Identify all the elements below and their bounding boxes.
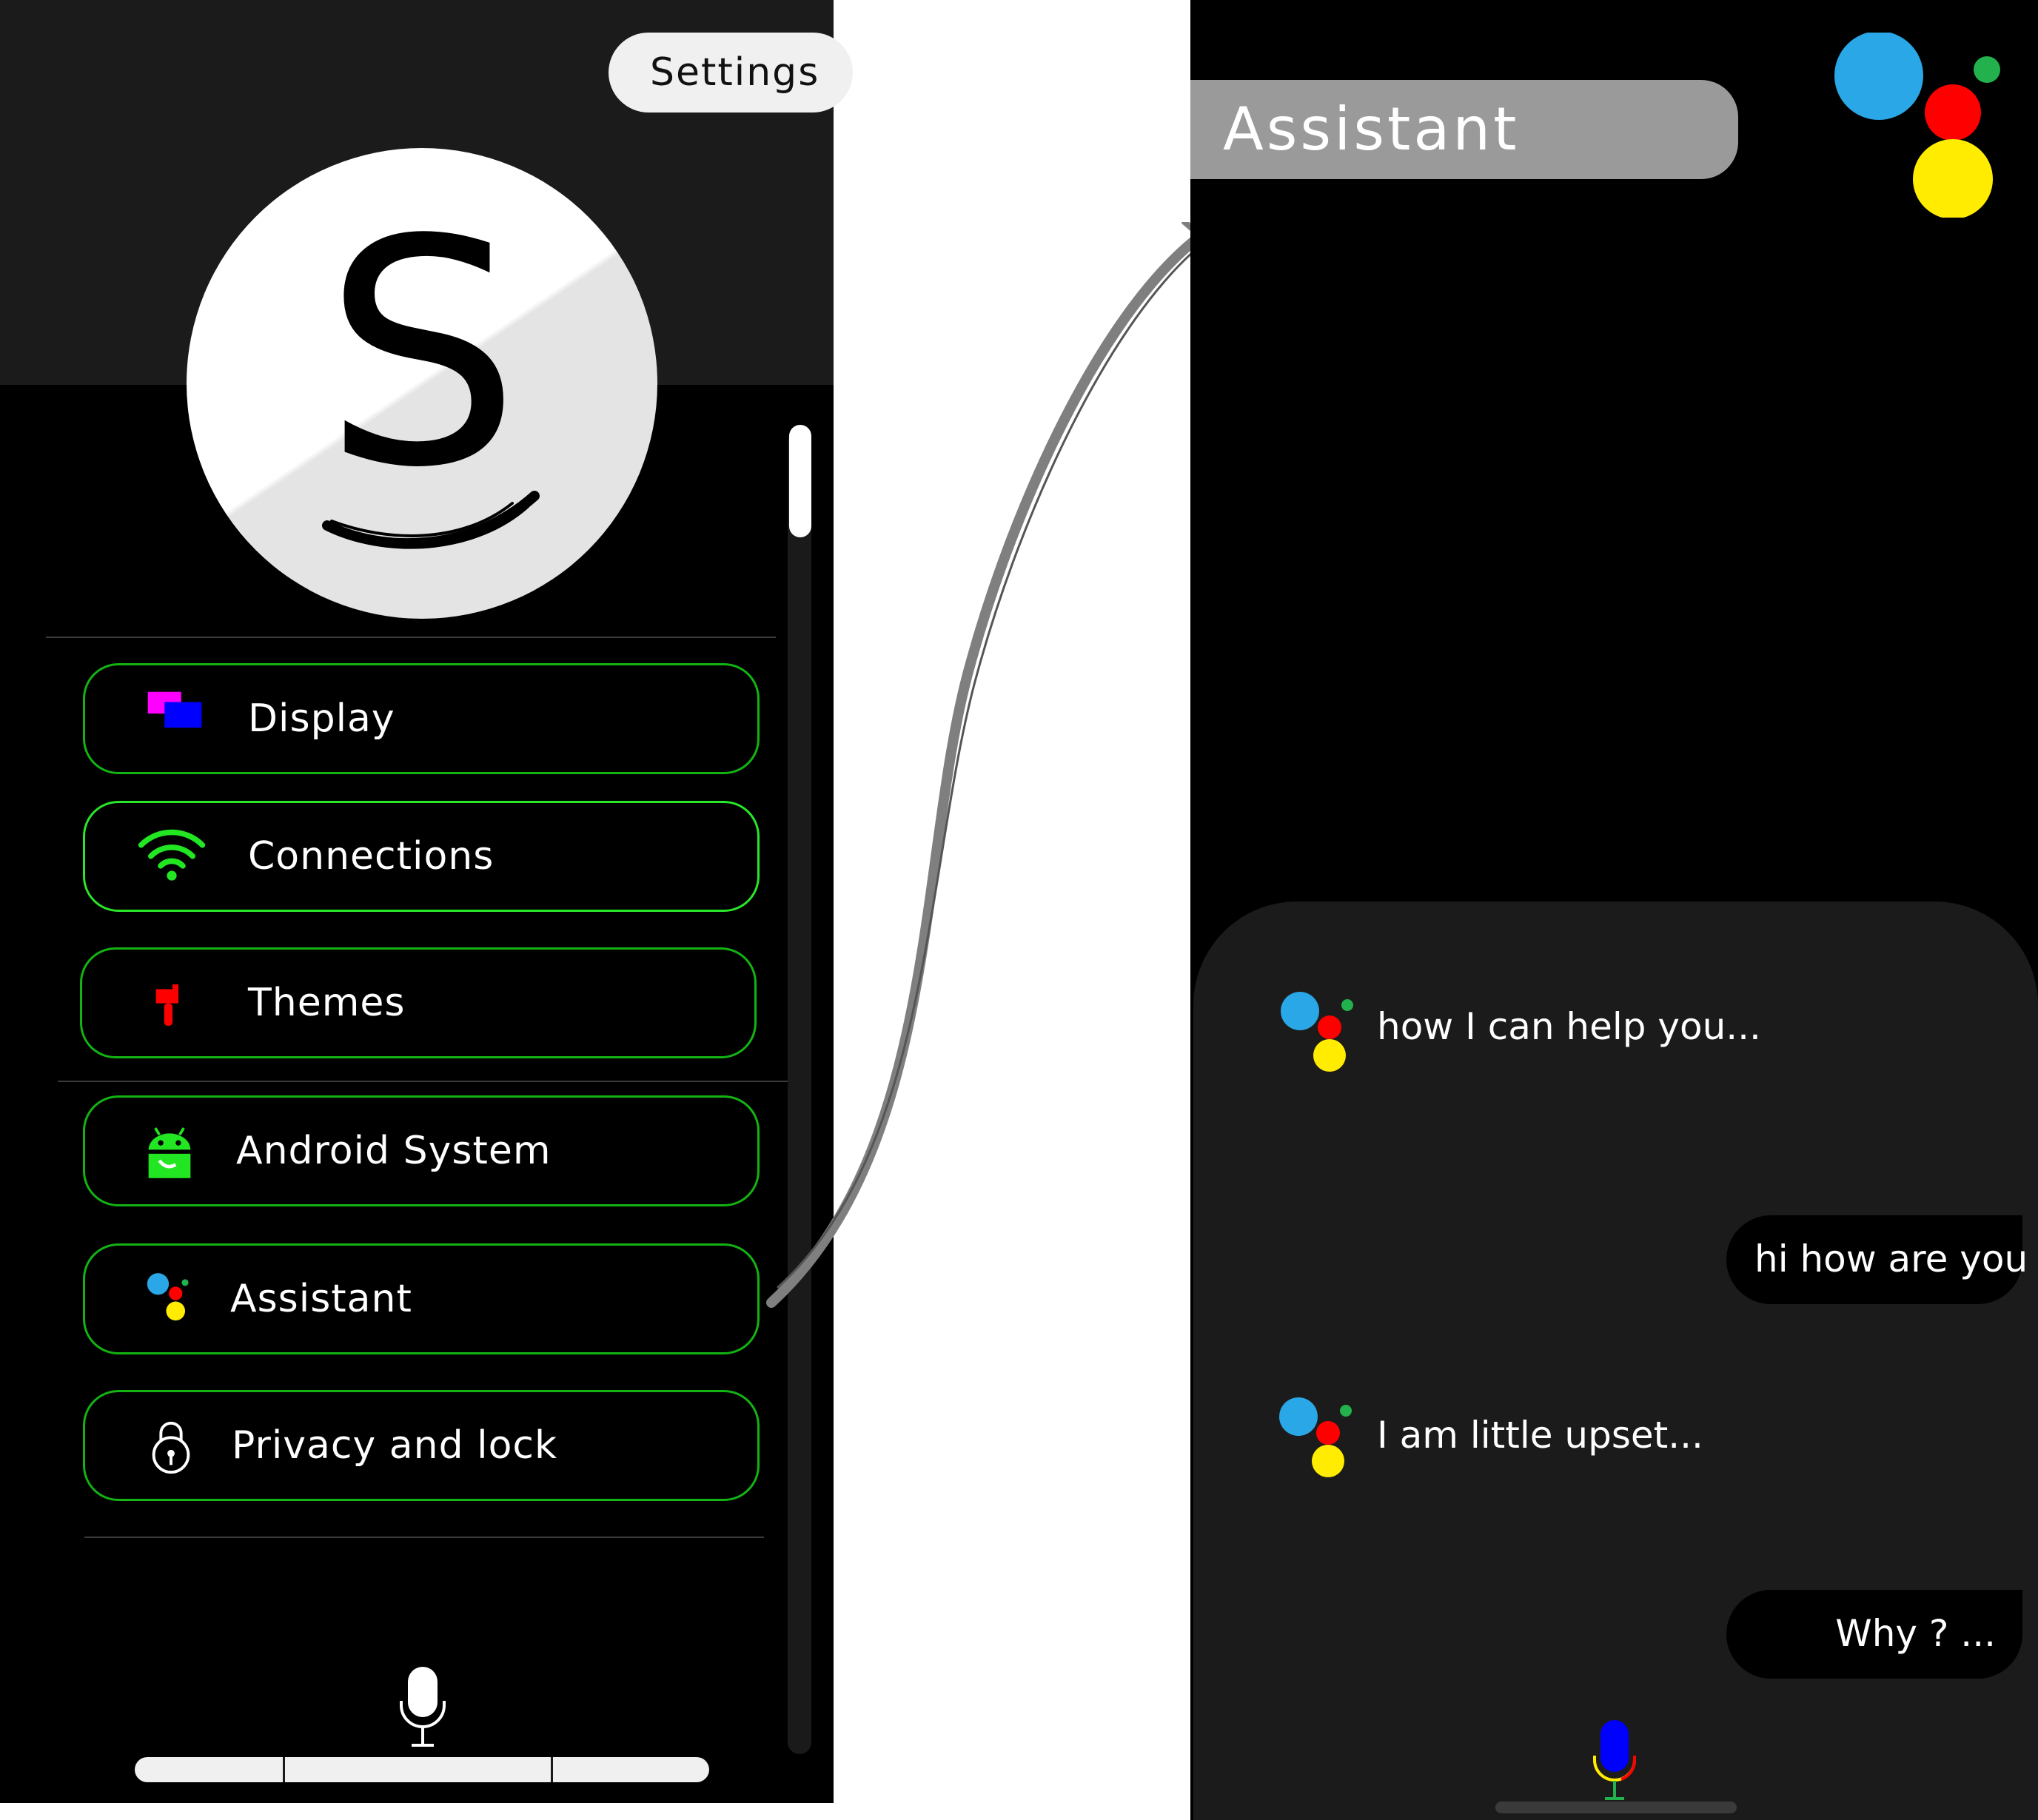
microphone-icon[interactable]: [397, 1665, 449, 1748]
assistant-message: I am little upset...: [1377, 1414, 1703, 1457]
menu-label: Connections: [248, 834, 495, 879]
assistant-avatar-icon: [1281, 992, 1353, 1072]
assistant-phone-screen: Assistant how I can help you... hi how a…: [1190, 0, 2038, 1820]
display-icon: [147, 691, 202, 728]
lock-icon: [152, 1421, 190, 1474]
menu-label: Display: [248, 696, 395, 741]
paint-roller-icon: [155, 984, 178, 1026]
menu-item-display[interactable]: Display: [83, 663, 760, 774]
menu-item-android-system[interactable]: Android System: [83, 1095, 760, 1206]
assistant-title: Assistant: [1223, 95, 1520, 164]
home-indicator[interactable]: [1495, 1801, 1737, 1813]
user-message-bubble: Why ? ...: [1726, 1590, 2022, 1679]
wifi-icon: [138, 829, 206, 881]
menu-item-assistant[interactable]: Assistant: [83, 1243, 760, 1354]
microphone-icon[interactable]: [1592, 1719, 1638, 1801]
user-message: Why ? ...: [1835, 1612, 1996, 1655]
flow-arrow-icon: [766, 222, 1241, 1308]
settings-phone-screen: S Display Connections Themes Android Sys…: [0, 0, 834, 1803]
nav-divider: [283, 1757, 285, 1782]
divider: [84, 1537, 764, 1538]
divider: [46, 637, 776, 638]
assistant-dots-icon: [147, 1273, 189, 1321]
menu-label: Privacy and lock: [232, 1423, 558, 1468]
chat-panel: how I can help you... hi how are you I a…: [1193, 901, 2038, 1820]
menu-label: Themes: [248, 981, 406, 1025]
brush-stroke-icon: [322, 491, 540, 549]
divider: [58, 1081, 788, 1082]
android-icon: [148, 1127, 191, 1178]
assistant-message: how I can help you...: [1377, 1005, 1761, 1048]
assistant-avatar-icon: [1279, 1397, 1352, 1477]
navigation-bar[interactable]: [135, 1757, 709, 1782]
menu-item-privacy-and-lock[interactable]: Privacy and lock: [83, 1390, 760, 1501]
profile-avatar[interactable]: S: [187, 148, 657, 619]
menu-item-connections[interactable]: Connections: [83, 801, 760, 912]
menu-label: Assistant: [230, 1277, 412, 1321]
assistant-logo-icon[interactable]: [1831, 33, 2024, 218]
menu-item-themes[interactable]: Themes: [80, 947, 757, 1058]
nav-divider: [551, 1757, 553, 1782]
settings-title: Settings: [650, 50, 820, 95]
user-message: hi how are you: [1754, 1238, 2028, 1280]
user-message-bubble: hi how are you: [1726, 1215, 2028, 1304]
menu-label: Android System: [236, 1129, 552, 1173]
